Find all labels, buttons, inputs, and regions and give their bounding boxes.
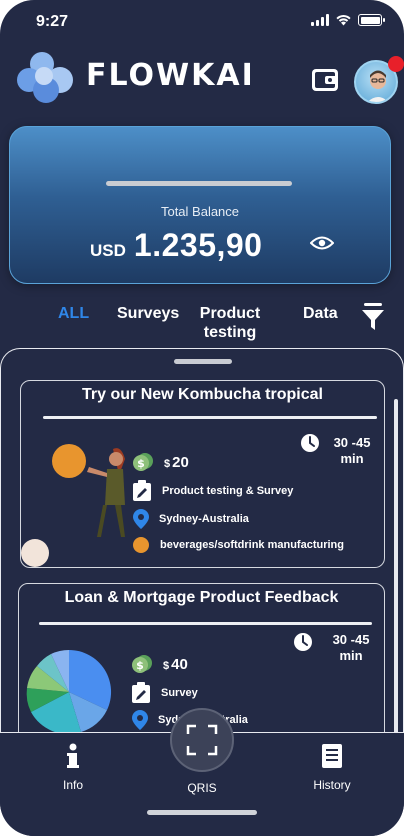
reward-row: $ $40 — [131, 654, 188, 674]
type-row: Product testing & Survey — [132, 480, 293, 502]
survey-title: Loan & Mortgage Product Feedback — [64, 589, 339, 606]
category-dot-icon — [133, 537, 149, 553]
svg-text:$: $ — [137, 457, 145, 470]
survey-type: Survey — [161, 687, 198, 699]
scan-icon — [186, 724, 218, 756]
scrollbar[interactable] — [394, 399, 398, 748]
notification-badge — [388, 56, 404, 72]
status-time: 9:27 — [36, 13, 69, 30]
phone-screen: 9:27 FLOWKAI Total Balance USD 1.235,90 … — [0, 0, 404, 836]
balance-currency: USD — [90, 241, 126, 260]
survey-category: beverages/softdrink manufacturing — [160, 539, 344, 551]
type-row: Survey — [131, 682, 198, 704]
history-icon — [322, 744, 342, 768]
tab-data[interactable]: Data — [303, 304, 338, 323]
reward-amount: $20 — [164, 453, 189, 471]
nav-history-label: History — [313, 778, 351, 792]
survey-duration: 30 -45 min — [332, 632, 370, 663]
balance-card: Total Balance USD 1.235,90 — [9, 126, 391, 284]
location-row: Sydney-Australia — [133, 509, 249, 529]
survey-duration: 30 -45 min — [333, 435, 371, 466]
sheet-drag-handle[interactable] — [174, 359, 232, 364]
category-row: beverages/softdrink manufacturing — [132, 536, 344, 554]
nav-info-label: Info — [62, 778, 83, 792]
clipboard-icon — [132, 682, 150, 703]
money-icon: $ — [132, 655, 152, 673]
tab-surveys[interactable]: Surveys — [117, 304, 179, 323]
tab-product-testing[interactable]: Product testing — [196, 304, 264, 342]
title-divider — [43, 416, 377, 419]
tab-all[interactable]: ALL — [58, 304, 89, 323]
qris-scan-button[interactable] — [170, 708, 234, 772]
clipboard-icon — [133, 480, 151, 501]
survey-location: Sydney-Australia — [159, 513, 249, 525]
nav-history[interactable]: History — [292, 743, 372, 792]
survey-title: Try our New Kombucha tropical — [82, 386, 323, 403]
eye-icon[interactable] — [310, 235, 334, 251]
clock-icon — [301, 434, 319, 452]
reward-amount: $40 — [163, 655, 188, 673]
wifi-icon — [336, 15, 351, 26]
location-pin-icon — [132, 710, 148, 730]
money-icon: $ — [133, 453, 153, 471]
card-strip — [106, 181, 292, 186]
status-bar: 9:27 — [0, 0, 404, 44]
nav-qris-label: QRIS — [187, 781, 217, 795]
nav-info[interactable]: Info — [33, 743, 113, 792]
app-header: FLOWKAI — [0, 44, 404, 114]
location-pin-icon — [133, 509, 149, 529]
survey-list-sheet[interactable]: Try our New Kombucha tropical 30 -45 min — [0, 348, 404, 748]
survey-card[interactable]: Try our New Kombucha tropical 30 -45 min — [20, 380, 385, 568]
survey-type: Product testing & Survey — [162, 485, 294, 497]
title-divider — [39, 622, 372, 625]
filter-icon[interactable] — [360, 302, 386, 332]
balance-amount: 1.235,90 — [133, 227, 263, 263]
balance-label: Total Balance — [160, 204, 240, 219]
flowkai-logo-icon — [17, 52, 73, 103]
status-icons — [311, 14, 385, 26]
clock-icon — [294, 633, 312, 651]
home-indicator[interactable] — [147, 810, 257, 815]
balance-amount-row: USD 1.235,90 — [90, 227, 262, 264]
info-icon — [67, 743, 79, 768]
nav-qris[interactable]: QRIS — [162, 777, 242, 795]
pie-illustration — [26, 649, 112, 735]
svg-text:$: $ — [136, 659, 144, 672]
battery-icon — [358, 14, 385, 26]
reward-row: $ $20 — [132, 452, 189, 472]
signal-icon — [311, 14, 329, 26]
wallet-icon[interactable] — [310, 64, 342, 96]
survey-illustration — [21, 444, 125, 567]
brand-name: FLOWKAI — [86, 58, 255, 93]
filter-tabs: ALL Surveys Product testing Data — [0, 300, 404, 344]
